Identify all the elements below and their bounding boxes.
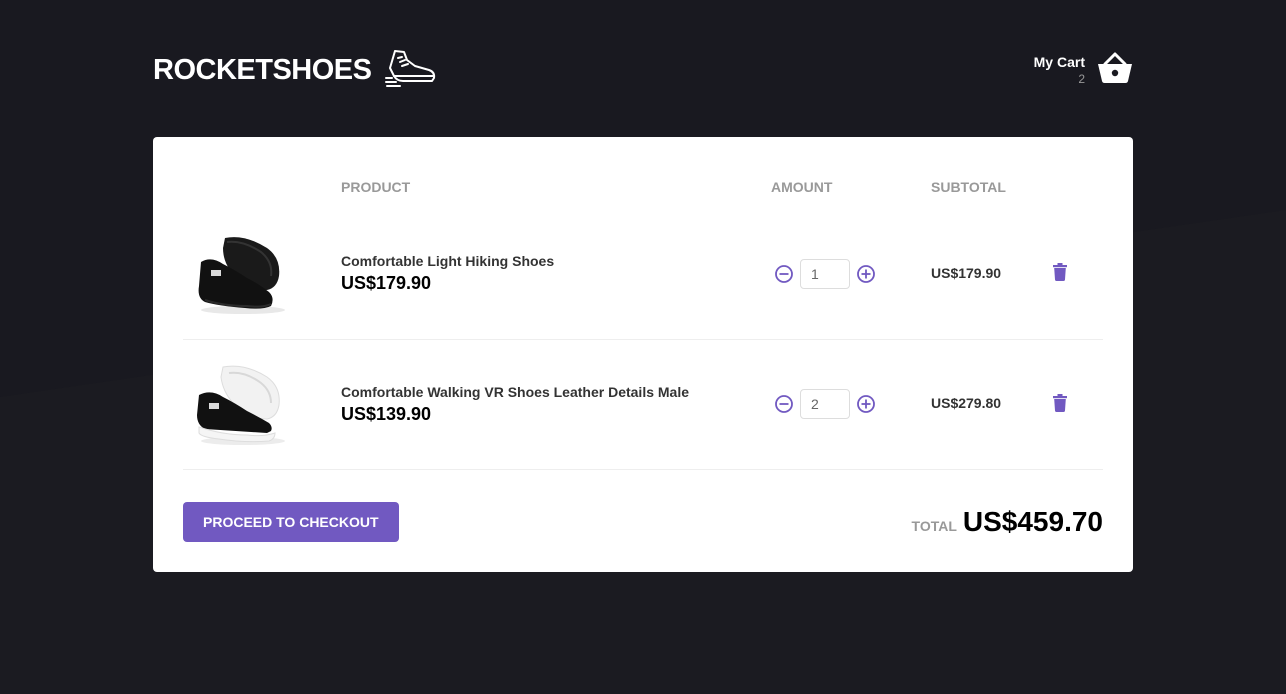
cart-table: PRODUCT AMOUNT SUBTOTAL Comfortable Ligh… [183, 167, 1103, 470]
product-price: US$139.90 [341, 403, 432, 424]
trash-icon [1053, 263, 1067, 282]
minus-circle-icon [775, 395, 793, 413]
decrement-button[interactable] [771, 261, 797, 287]
amount-cell [761, 339, 921, 470]
delete-button[interactable] [1047, 388, 1073, 421]
table-row: Comfortable Walking VR Shoes Leather Det… [183, 339, 1103, 470]
actions-column-header [1037, 167, 1103, 209]
total-label: TOTAL [911, 517, 957, 534]
cart-title: My Cart [1033, 54, 1085, 70]
subtotal-cell: US$179.90 [921, 209, 1037, 340]
checkout-button[interactable]: PROCEED TO CHECKOUT [183, 501, 399, 542]
plus-circle-icon [857, 264, 875, 283]
product-image [197, 365, 285, 445]
product-info-cell: Comfortable Walking VR Shoes Leather Det… [331, 339, 761, 470]
subtotal-value: US$279.80 [931, 395, 1002, 411]
cart-info: My Cart 2 [1034, 54, 1085, 86]
product-image-cell [183, 209, 331, 340]
increment-button[interactable] [853, 261, 879, 287]
quantity-input[interactable] [800, 389, 850, 419]
logo[interactable]: ROCKETSHOES [153, 48, 437, 93]
header: ROCKETSHOES My Cart 2 [153, 45, 1133, 95]
trash-icon [1053, 393, 1067, 412]
product-column-header: PRODUCT [341, 179, 411, 195]
cart-link[interactable]: My Cart 2 [1034, 52, 1133, 89]
product-image-cell [183, 339, 331, 470]
delete-button[interactable] [1047, 257, 1073, 290]
product-info-cell: Comfortable Light Hiking Shoes US$179.90 [331, 209, 761, 340]
actions-cell [1037, 339, 1103, 470]
product-name: Comfortable Walking VR Shoes Leather Det… [341, 383, 690, 400]
cart-count: 2 [1078, 72, 1085, 86]
subtotal-column-header: SUBTOTAL [931, 179, 1006, 195]
cart-total: TOTAL US$459.70 [912, 506, 1103, 538]
quantity-stepper [771, 258, 911, 289]
decrement-button[interactable] [771, 391, 797, 417]
total-value: US$459.70 [962, 505, 1103, 537]
subtotal-value: US$179.90 [931, 264, 1002, 281]
logo-text: ROCKETSHOES [153, 53, 372, 86]
table-row: Comfortable Light Hiking Shoes US$179.90 [183, 209, 1103, 340]
cart-card: PRODUCT AMOUNT SUBTOTAL Comfortable Ligh… [153, 137, 1133, 572]
product-price: US$179.90 [341, 273, 432, 294]
subtotal-cell: US$279.80 [921, 339, 1037, 470]
increment-button[interactable] [853, 391, 879, 417]
minus-circle-icon [775, 264, 793, 283]
plus-circle-icon [857, 395, 875, 413]
shopping-basket-icon [1097, 52, 1133, 89]
quantity-stepper [771, 389, 911, 419]
actions-cell [1037, 209, 1103, 340]
table-header-row: PRODUCT AMOUNT SUBTOTAL [183, 167, 1103, 209]
cart-footer: PROCEED TO CHECKOUT TOTAL US$459.70 [183, 501, 1103, 542]
product-image [198, 237, 285, 315]
page-container: ROCKETSHOES My Cart 2 PRODUCT AMOUNT SUB… [153, 0, 1133, 572]
sneaker-icon [385, 48, 437, 93]
image-column-header [183, 167, 331, 209]
quantity-input[interactable] [800, 258, 850, 289]
amount-column-header: AMOUNT [771, 179, 833, 195]
product-name: Comfortable Light Hiking Shoes [341, 253, 555, 270]
amount-cell [761, 209, 921, 340]
